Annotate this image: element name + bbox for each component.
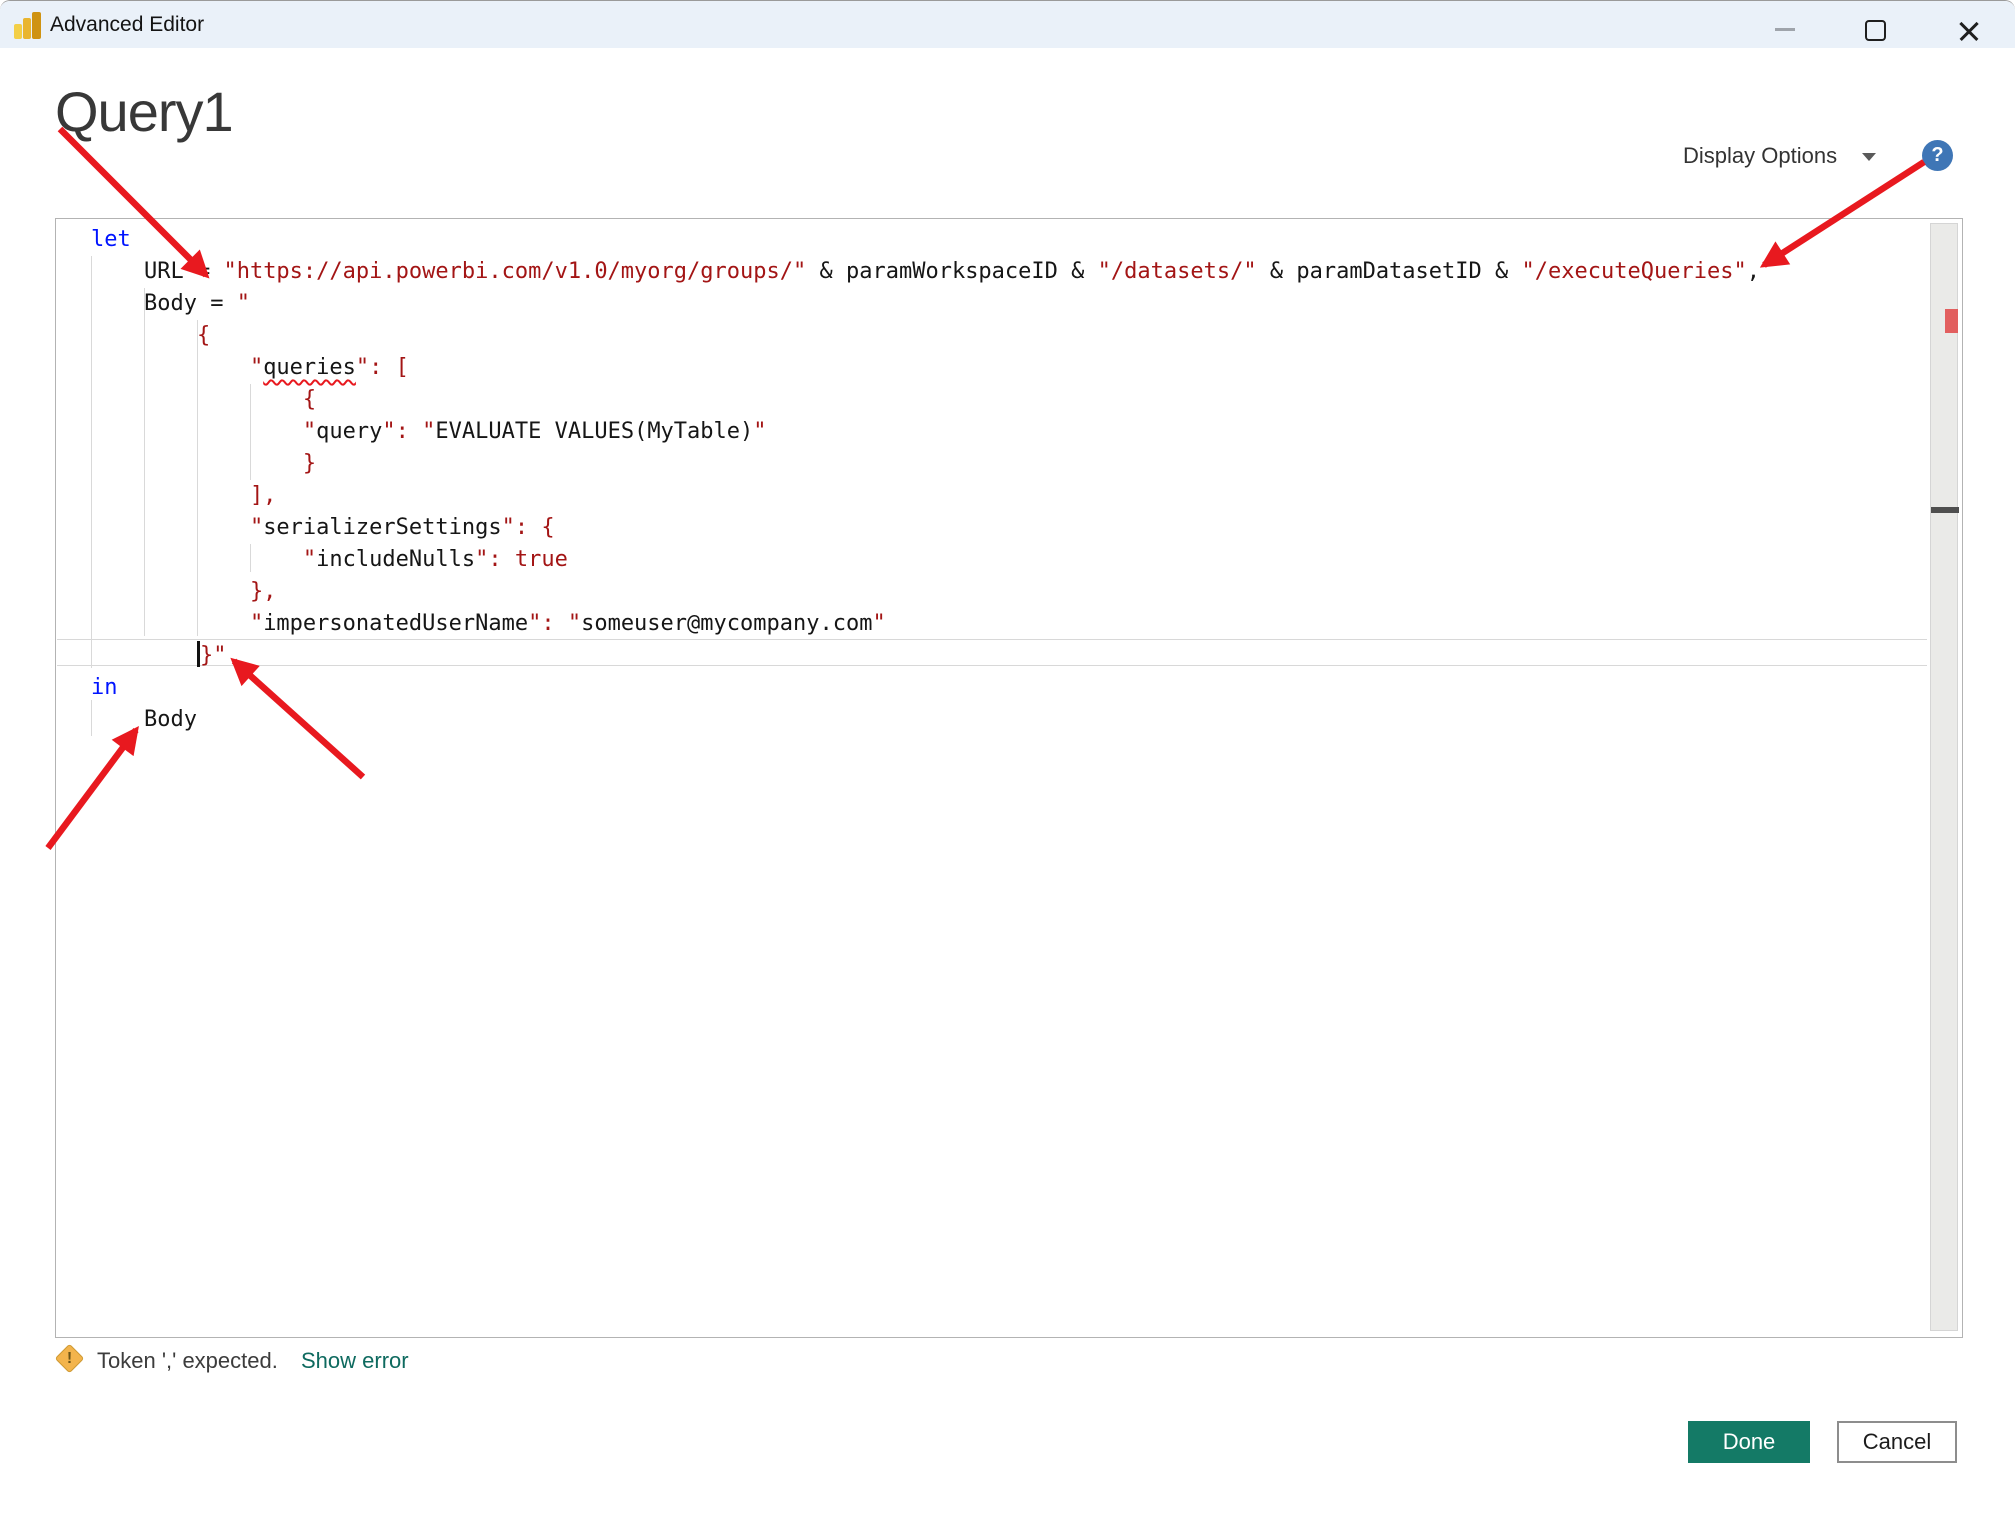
error-message: Token ',' expected.	[97, 1348, 278, 1374]
code-line: "queries": [	[91, 352, 1760, 384]
show-error-link[interactable]: Show error	[301, 1348, 409, 1374]
code-line: "query": "EVALUATE VALUES(MyTable)"	[91, 416, 1760, 448]
close-button[interactable]	[1957, 19, 1981, 43]
code-line: in	[91, 672, 1760, 704]
done-button[interactable]: Done	[1688, 1421, 1810, 1463]
maximize-button[interactable]	[1865, 20, 1886, 41]
code-line: },	[91, 576, 1760, 608]
warning-icon: !	[55, 1344, 85, 1374]
code-line: URL = "https://api.powerbi.com/v1.0/myor…	[91, 256, 1760, 288]
display-options-dropdown[interactable]: Display Options	[1683, 143, 1837, 169]
code-line: {	[91, 320, 1760, 352]
title-bar: Advanced Editor	[0, 1, 2015, 48]
code-line: "includeNulls": true	[91, 544, 1760, 576]
code-line: {	[91, 384, 1760, 416]
page-title: Query1	[55, 79, 233, 144]
scrollbar-error-marker	[1945, 309, 1958, 333]
code-line: "serializerSettings": {	[91, 512, 1760, 544]
powerbi-logo-icon	[14, 11, 42, 39]
code-line: }	[91, 448, 1760, 480]
code-text[interactable]: let URL = "https://api.powerbi.com/v1.0/…	[91, 224, 1760, 736]
cancel-button[interactable]: Cancel	[1837, 1421, 1957, 1463]
scrollbar-position-marker	[1931, 507, 1959, 513]
chevron-down-icon[interactable]	[1862, 153, 1876, 161]
code-editor[interactable]: let URL = "https://api.powerbi.com/v1.0/…	[55, 218, 1963, 1338]
code-line: Body = "	[91, 288, 1760, 320]
code-line: "impersonatedUserName": "someuser@mycomp…	[91, 608, 1760, 640]
text-cursor	[197, 641, 200, 667]
code-line: }"	[91, 640, 1760, 672]
code-line: Body	[91, 704, 1760, 736]
code-line: ],	[91, 480, 1760, 512]
help-icon[interactable]: ?	[1922, 140, 1953, 171]
code-line: let	[91, 224, 1760, 256]
scrollbar[interactable]	[1930, 223, 1958, 1331]
advanced-editor-dialog: Advanced Editor Query1 Display Options ?…	[0, 0, 2015, 1517]
window-title: Advanced Editor	[50, 13, 204, 37]
minimize-button[interactable]	[1775, 28, 1795, 31]
